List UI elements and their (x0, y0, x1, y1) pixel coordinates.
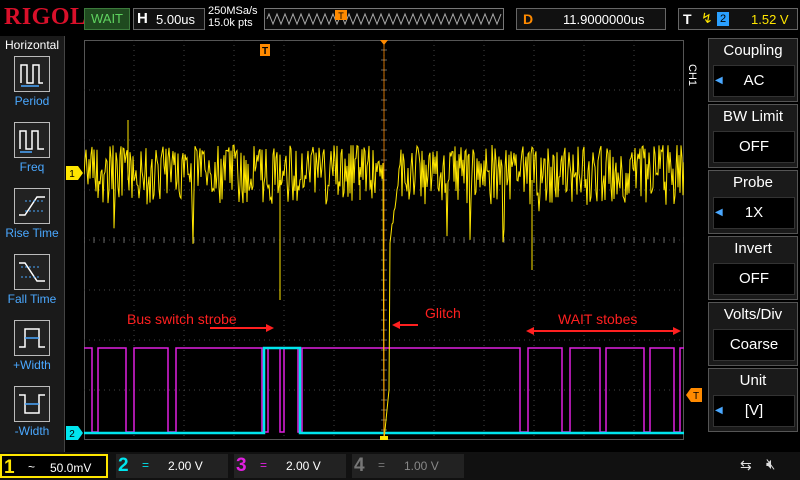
trigger-source: 2 (717, 12, 729, 26)
top-status-bar: RIGOL WAIT H 5.00us 250MSa/s 15.0k pts T… (0, 0, 800, 36)
coupling-title: Coupling (723, 42, 783, 59)
frequency-icon (14, 122, 50, 158)
waveform-display[interactable]: T Bus switch strobe Glitch WAIT stobes (84, 40, 684, 440)
ch2-marker-label: 2 (69, 429, 75, 440)
trigger-label: T (683, 11, 692, 27)
measure-fall-time-button[interactable]: Fall Time (0, 254, 64, 316)
channel-status-bar: 1 ~ 50.0mV 2 = 2.00 V 3 = 2.00 V 4 = 1.0… (0, 452, 800, 480)
trigger-level-marker-label: T (693, 391, 699, 402)
probe-title: Probe (732, 174, 774, 191)
coupling-arrow-icon: ◀ (715, 75, 723, 86)
menu-title: Horizontal (4, 38, 60, 52)
volts-div-title: Volts/Div (723, 306, 783, 323)
acquisition-info: 250MSa/s 15.0k pts (208, 5, 258, 29)
measure-negative-width-button[interactable]: -Width (0, 386, 64, 448)
brand-logo: RIGOL (4, 4, 87, 30)
timebase-value: 5.00us (156, 12, 196, 27)
unit-title: Unit (739, 372, 767, 389)
ch2-status[interactable]: 2 = 2.00 V (116, 454, 228, 478)
probe-button[interactable]: Probe 1X ◀ (708, 170, 798, 234)
period-label: Period (14, 94, 50, 108)
timebase-label: H (137, 10, 148, 27)
memory-overview-strip[interactable]: T (264, 8, 504, 30)
ch4-status[interactable]: 4 = 1.00 V (352, 454, 464, 478)
run-status-badge[interactable]: WAIT (84, 8, 130, 30)
positive-width-icon (14, 320, 50, 356)
measure-period-button[interactable]: Period (0, 56, 64, 118)
measure-freq-button[interactable]: Freq (0, 122, 64, 184)
ch1-marker-label: 1 (69, 169, 75, 180)
bw-limit-button[interactable]: BW Limit OFF (708, 104, 798, 168)
memory-trigger-marker: T (338, 11, 344, 21)
trigger-box[interactable]: T ↯ 2 1.52 V (678, 8, 798, 30)
ch3-number: 3 (236, 455, 247, 476)
annotation-glitch: Glitch (425, 305, 461, 321)
invert-value: OFF (713, 263, 795, 295)
unit-button[interactable]: Unit [V] ◀ (708, 368, 798, 432)
ch4-coupling-icon: = (378, 458, 386, 472)
delay-value: 11.9000000us (563, 12, 645, 27)
timebase-box[interactable]: H 5.00us (133, 8, 205, 30)
right-softkeys: Coupling AC ◀ BW Limit OFF Probe 1X ◀ In… (706, 38, 798, 452)
channel-menu-label: CH1 (686, 64, 698, 87)
ch1-scale: 50.0mV (50, 461, 92, 475)
sample-rate: 250MSa/s (208, 5, 258, 17)
annotation-wait-strobes: WAIT stobes (558, 311, 637, 327)
bw-limit-title: BW Limit (723, 108, 783, 125)
speaker-muted-icon[interactable]: 🔇︎ (766, 456, 775, 473)
unit-value: [V] (713, 395, 795, 427)
invert-title: Invert (734, 240, 772, 257)
annotation-bus-strobe: Bus switch strobe (127, 311, 237, 327)
bw-limit-value: OFF (713, 131, 795, 163)
ch2-offset-marker[interactable]: 2 (66, 426, 84, 440)
trigger-level: 1.52 V (751, 12, 789, 27)
ch2-coupling-icon: = (142, 458, 150, 472)
unit-arrow-icon: ◀ (715, 405, 723, 416)
probe-arrow-icon: ◀ (715, 207, 723, 218)
trigger-bottom-marker-icon (380, 436, 388, 440)
trigger-level-marker[interactable]: T (686, 388, 702, 402)
trigger-marker-text: T (262, 46, 268, 57)
ch1-number: 1 (4, 457, 15, 478)
coupling-value: AC (713, 65, 795, 97)
ch3-scale: 2.00 V (286, 459, 321, 473)
usb-icon: ⇆ (740, 457, 752, 473)
ch4-scale: 1.00 V (404, 459, 439, 473)
fall-time-label: Fall Time (7, 292, 57, 306)
fall-time-icon (14, 254, 50, 290)
negative-width-label: -Width (14, 424, 50, 438)
rise-time-label: Rise Time (5, 226, 59, 240)
ch3-status[interactable]: 3 = 2.00 V (234, 454, 346, 478)
memory-waveform-icon: T (266, 10, 502, 26)
ch2-number: 2 (118, 455, 129, 476)
ch1-offset-marker[interactable]: 1 (66, 166, 84, 180)
negative-width-icon (14, 386, 50, 422)
trigger-edge-icon: ↯ (701, 10, 713, 26)
coupling-button[interactable]: Coupling AC ◀ (708, 38, 798, 102)
volts-div-value: Coarse (713, 329, 795, 361)
ch2-scale: 2.00 V (168, 459, 203, 473)
horizontal-measure-menu: Horizontal Period Freq Rise Time Fall Ti… (0, 36, 65, 452)
invert-button[interactable]: Invert OFF (708, 236, 798, 300)
measure-rise-time-button[interactable]: Rise Time (0, 188, 64, 250)
positive-width-label: +Width (13, 358, 51, 372)
ch1-status[interactable]: 1 ~ 50.0mV (0, 454, 108, 478)
rise-time-icon (14, 188, 50, 224)
measure-positive-width-button[interactable]: +Width (0, 320, 64, 382)
ch1-coupling-icon: ~ (28, 460, 36, 474)
delay-box[interactable]: D 11.9000000us (516, 8, 666, 30)
probe-value: 1X (713, 197, 795, 229)
freq-label: Freq (19, 160, 45, 174)
ch3-coupling-icon: = (260, 458, 268, 472)
memory-depth: 15.0k pts (208, 17, 253, 29)
volts-div-button[interactable]: Volts/Div Coarse (708, 302, 798, 366)
ch4-number: 4 (354, 455, 365, 476)
period-icon (14, 56, 50, 92)
delay-label: D (523, 11, 534, 27)
